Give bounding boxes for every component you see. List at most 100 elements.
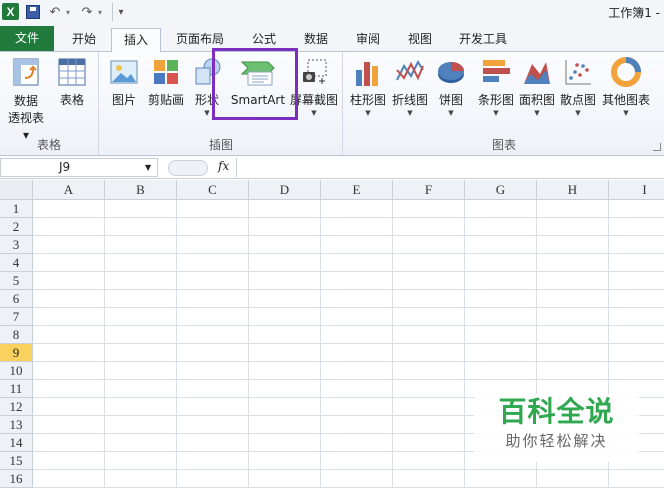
column-header-g[interactable]: G (465, 180, 537, 200)
group-label-illustrations: 插图 (208, 138, 233, 152)
area-chart-button[interactable]: 面积图 ▼ (518, 56, 556, 118)
ribbon-tab-bar: 文件 开始 插入 页面布局 公式 数据 审阅 视图 开发工具 (0, 24, 664, 53)
group-label-tables: 表格 (36, 138, 61, 152)
tab-home[interactable]: 开始 (60, 28, 108, 52)
excel-logo-icon[interactable]: X (2, 3, 19, 20)
tab-insert[interactable]: 插入 (111, 28, 161, 53)
watermark-title: 百科全说 (498, 395, 615, 428)
column-chart-button[interactable]: 柱形图 ▼ (348, 56, 388, 118)
area-chart-dropdown-icon: ▼ (534, 109, 540, 117)
line-chart-icon (395, 56, 425, 88)
clipart-button[interactable]: 剪贴画 (146, 56, 186, 108)
bar-chart-button[interactable]: 条形图 ▼ (474, 56, 518, 118)
row-header-1[interactable]: 1 (0, 200, 33, 218)
bar-chart-icon (481, 56, 511, 88)
bar-chart-dropdown-icon: ▼ (493, 109, 499, 117)
redo-icon[interactable]: ↷ (80, 3, 94, 21)
pie-chart-button[interactable]: 饼图 ▼ (434, 56, 468, 118)
column-chart-label: 柱形图 (349, 93, 386, 107)
line-chart-dropdown-icon: ▼ (407, 109, 413, 117)
window-title: 工作簿1 - (608, 6, 660, 20)
column-header-e[interactable]: E (321, 180, 393, 200)
tab-view[interactable]: 视图 (396, 28, 444, 52)
formula-bar: J9 ▼ fx (0, 157, 664, 179)
row-header-16[interactable]: 16 (0, 470, 33, 488)
row-header-12[interactable]: 12 (0, 398, 33, 416)
other-charts-label: 其他图表 (601, 93, 650, 107)
area-chart-label: 面积图 (518, 93, 555, 107)
formula-input[interactable] (236, 158, 664, 177)
column-header-c[interactable]: C (177, 180, 249, 200)
row-header-15[interactable]: 15 (0, 452, 33, 470)
undo-dropdown-icon[interactable]: ▾ (64, 3, 72, 21)
column-chart-icon (353, 56, 383, 88)
tab-review[interactable]: 审阅 (344, 28, 392, 52)
save-icon[interactable] (26, 5, 40, 19)
table-label: 表格 (59, 93, 84, 107)
redo-dropdown-icon[interactable]: ▾ (96, 3, 104, 21)
undo-icon[interactable]: ↶ (48, 3, 62, 21)
redo-glyph: ↷ (81, 4, 93, 20)
row-header-5[interactable]: 5 (0, 272, 33, 290)
line-chart-label: 折线图 (391, 93, 428, 107)
column-chart-dropdown-icon: ▼ (365, 109, 371, 117)
pivot-table-button[interactable]: 数据 透视表 ▾ (4, 56, 48, 144)
scatter-chart-icon (563, 56, 593, 88)
group-label-charts: 图表 (491, 138, 516, 152)
watermark-subtitle: 助你轻松解决 (505, 432, 608, 450)
row-header-6[interactable]: 6 (0, 290, 33, 308)
pie-chart-label: 饼图 (438, 93, 463, 107)
row-header-10[interactable]: 10 (0, 362, 33, 380)
row-header-8[interactable]: 8 (0, 326, 33, 344)
tab-data[interactable]: 数据 (292, 28, 340, 52)
line-chart-button[interactable]: 折线图 ▼ (390, 56, 430, 118)
scatter-chart-button[interactable]: 散点图 ▼ (558, 56, 598, 118)
table-button[interactable]: 表格 (52, 56, 92, 108)
customize-glyph: ▾ (118, 6, 124, 18)
column-header-d[interactable]: D (249, 180, 321, 200)
row-header-13[interactable]: 13 (0, 416, 33, 434)
bar-chart-label: 条形图 (477, 93, 514, 107)
other-charts-icon (611, 56, 641, 88)
row-header-7[interactable]: 7 (0, 308, 33, 326)
smartart-highlight-box (212, 48, 298, 120)
row-header-11[interactable]: 11 (0, 380, 33, 398)
other-charts-button[interactable]: 其他图表 ▼ (600, 56, 652, 118)
quick-access-divider (112, 3, 113, 21)
column-header-f[interactable]: F (393, 180, 465, 200)
customize-quick-access-button[interactable]: ▾ (116, 3, 126, 21)
group-charts: 柱形图 ▼ 折线图 ▼ 饼图 ▼ 条形图 ▼ 面积图 ▼ 散点图 ▼ 其他图表 … (344, 52, 664, 155)
select-all-button[interactable] (0, 180, 33, 200)
clipart-icon (151, 56, 181, 88)
screenshot-icon (299, 56, 329, 88)
scatter-chart-dropdown-icon: ▼ (575, 109, 581, 117)
title-bar: X ↶ ▾ ↷ ▾ ▾ 工作簿1 - (0, 0, 664, 24)
picture-icon (109, 56, 139, 88)
row-header-3[interactable]: 3 (0, 236, 33, 254)
charts-dialog-launcher-icon[interactable] (653, 143, 661, 151)
pivot-table-icon (11, 56, 41, 88)
column-header-i[interactable]: I (609, 180, 664, 200)
ribbon-panel: 数据 透视表 ▾ 表格 表格 图片 剪贴画 形状 ▼ SmartArt 屏幕截图… (0, 52, 664, 156)
name-box[interactable]: J9 (0, 158, 158, 177)
formula-bar-controls[interactable] (168, 160, 208, 176)
tab-developer[interactable]: 开发工具 (450, 28, 516, 52)
tab-file[interactable]: 文件 (0, 26, 54, 51)
row-header-2[interactable]: 2 (0, 218, 33, 236)
table-icon (57, 56, 87, 88)
row-header-4[interactable]: 4 (0, 254, 33, 272)
column-header-b[interactable]: B (105, 180, 177, 200)
name-box-dropdown-icon[interactable]: ▼ (145, 163, 151, 172)
watermark: 百科全说 助你轻松解决 (474, 394, 639, 462)
picture-label: 图片 (111, 93, 136, 107)
row-header-9[interactable]: 9 (0, 344, 33, 362)
column-header-a[interactable]: A (33, 180, 105, 200)
name-box-value: J9 (59, 160, 71, 174)
row-header-14[interactable]: 14 (0, 434, 33, 452)
undo-glyph: ↶ (49, 4, 61, 20)
pie-chart-dropdown-icon: ▼ (448, 109, 454, 117)
insert-function-icon[interactable]: fx (218, 159, 229, 173)
column-header-h[interactable]: H (537, 180, 609, 200)
other-charts-dropdown-icon: ▼ (623, 109, 629, 117)
picture-button[interactable]: 图片 (106, 56, 142, 108)
